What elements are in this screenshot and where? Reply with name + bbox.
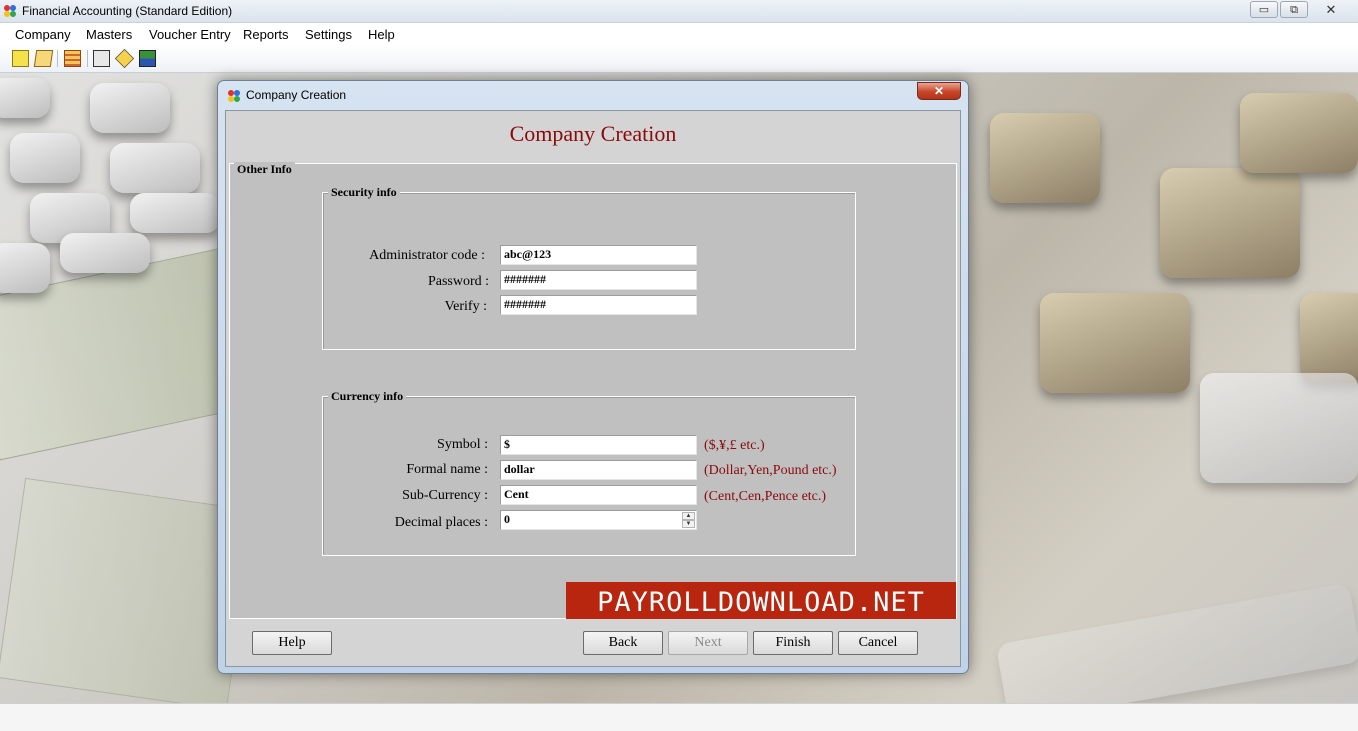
- admin-code-field[interactable]: abc@123: [500, 245, 697, 265]
- title-bar: Financial Accounting (Standard Edition) …: [0, 0, 1358, 23]
- password-field[interactable]: #######: [500, 270, 697, 290]
- minimize-button[interactable]: ▭: [1250, 1, 1278, 18]
- page-title: Company Creation: [509, 121, 677, 146]
- decimal-places-value: 0: [504, 512, 510, 526]
- toolbar: [0, 45, 1358, 73]
- other-info-panel: Other Info Security info Administrator c…: [229, 162, 957, 619]
- menu-masters[interactable]: Masters: [86, 27, 132, 42]
- admin-code-label: Administrator code :: [369, 248, 485, 263]
- menu-reports[interactable]: Reports: [243, 27, 289, 42]
- status-bar: [0, 703, 1358, 731]
- formal-name-field[interactable]: dollar: [500, 460, 697, 480]
- security-info-label: Security info: [328, 185, 400, 200]
- cancel-button[interactable]: Cancel: [838, 631, 918, 655]
- currency-info-label: Currency info: [328, 389, 407, 404]
- window-title: Financial Accounting (Standard Edition): [22, 4, 233, 18]
- verify-field[interactable]: #######: [500, 295, 697, 315]
- back-button[interactable]: Back: [583, 631, 663, 655]
- symbol-label: Symbol :: [437, 437, 488, 452]
- button-row: Help Back Next Finish Cancel: [226, 619, 960, 666]
- password-label: Password :: [427, 274, 489, 289]
- sub-currency-hint: (Cent,Cen,Pence etc.): [704, 489, 827, 504]
- spin-down-icon[interactable]: ▼: [682, 520, 695, 528]
- restore-button[interactable]: ⧉: [1280, 1, 1308, 18]
- sub-currency-field[interactable]: Cent: [500, 485, 697, 505]
- decimal-spinner[interactable]: ▲ ▼: [682, 512, 695, 528]
- voucher-icon[interactable]: [93, 50, 110, 67]
- watermark-banner: PAYROLLDOWNLOAD.NET: [566, 582, 956, 624]
- spin-up-icon[interactable]: ▲: [682, 512, 695, 520]
- decimal-places-label: Decimal places :: [394, 515, 488, 530]
- next-button[interactable]: Next: [668, 631, 748, 655]
- finish-button[interactable]: Finish: [753, 631, 833, 655]
- company-creation-dialog: Company Creation ✕ Company Creation Othe…: [217, 80, 969, 674]
- ledger-icon[interactable]: [64, 50, 81, 67]
- menu-help[interactable]: Help: [368, 27, 395, 42]
- new-company-icon[interactable]: [12, 50, 29, 67]
- app-icon: [4, 5, 16, 17]
- decimal-places-stepper[interactable]: 0 ▲ ▼: [500, 510, 697, 530]
- formal-name-label: Formal name :: [406, 462, 488, 477]
- menu-voucher-entry[interactable]: Voucher Entry: [149, 27, 231, 42]
- dialog-title: Company Creation: [246, 88, 347, 102]
- verify-label: Verify :: [444, 299, 487, 314]
- help-button[interactable]: Help: [252, 631, 332, 655]
- symbol-field[interactable]: $: [500, 435, 697, 455]
- security-info-group: Security info Administrator code : abc@1…: [322, 185, 856, 350]
- close-window-button[interactable]: ✕: [1310, 1, 1352, 18]
- formal-name-hint: (Dollar,Yen,Pound etc.): [704, 463, 837, 478]
- export-icon[interactable]: [139, 50, 156, 67]
- dialog-body: Company Creation Other Info Security inf…: [225, 110, 961, 667]
- edit-icon[interactable]: [114, 48, 135, 69]
- dialog-icon: [228, 90, 240, 102]
- menu-bar: Company Masters Voucher Entry Reports Se…: [0, 23, 1358, 45]
- other-info-label: Other Info: [234, 162, 295, 177]
- symbol-hint: ($,¥,£ etc.): [704, 438, 765, 453]
- sub-currency-label: Sub-Currency :: [402, 488, 488, 503]
- menu-company[interactable]: Company: [15, 27, 71, 42]
- menu-settings[interactable]: Settings: [305, 27, 352, 42]
- open-company-icon[interactable]: [33, 50, 54, 67]
- dialog-close-button[interactable]: ✕: [917, 82, 961, 100]
- currency-info-group: Currency info Symbol : $ ($,¥,£ etc.) Fo…: [322, 389, 856, 556]
